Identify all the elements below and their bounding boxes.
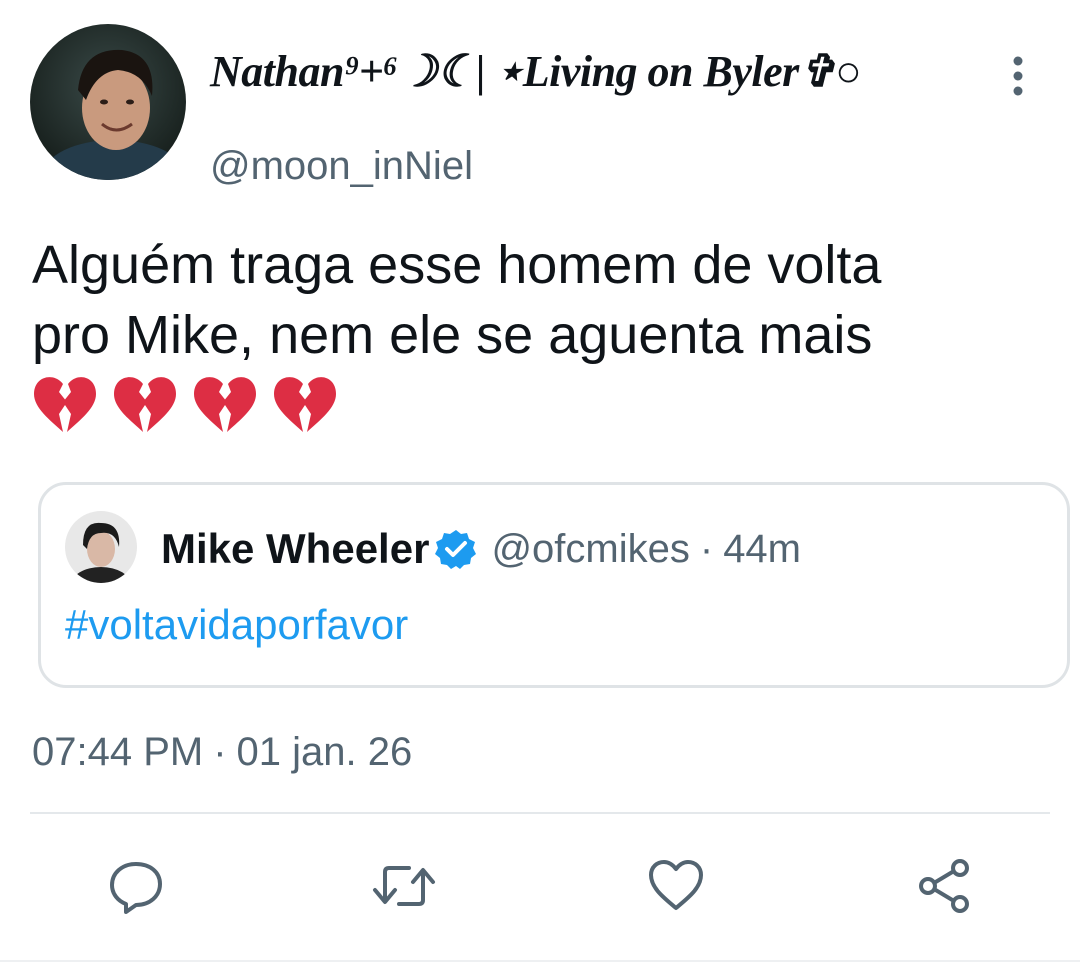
broken-heart-icon [192, 374, 258, 438]
tweet-text-line: pro Mike, nem ele se aguenta mais [32, 305, 873, 365]
broken-heart-icon [272, 374, 338, 438]
quoted-author-handle[interactable]: @ofcmikes [491, 527, 689, 572]
tweet-text-line: Alguém traga esse homem de volta [32, 235, 882, 295]
separator-dot: · [699, 526, 714, 571]
tweet-time: 07:44 PM [32, 730, 204, 774]
tweet-text: Alguém traga esse homem de volta pro Mik… [32, 230, 1042, 370]
quoted-author-name[interactable]: Mike Wheeler [161, 525, 429, 573]
like-button[interactable] [640, 850, 712, 922]
quoted-author-avatar[interactable] [65, 511, 137, 583]
retweet-icon [373, 866, 435, 906]
broken-heart-icon [32, 374, 98, 438]
action-bar [0, 850, 1080, 930]
share-button[interactable] [908, 850, 980, 922]
avatar-photo [30, 24, 186, 180]
retweet-button[interactable] [368, 850, 440, 922]
divider [0, 960, 1080, 962]
emoji-row [32, 374, 338, 438]
reply-icon [110, 862, 162, 914]
avatar-photo [65, 511, 137, 583]
more-options-icon[interactable] [998, 54, 1038, 98]
author-display-name[interactable]: Nathan⁹+⁶☽☾| ⋆Living on Byler✞○ [210, 40, 862, 104]
separator-dot: · [213, 730, 227, 774]
quoted-tweet-header: Mike Wheeler @ofcmikes · 44m [161, 519, 801, 579]
verified-badge-icon [435, 528, 477, 570]
quoted-tweet-card[interactable]: Mike Wheeler @ofcmikes · 44m #voltavidap… [38, 482, 1070, 688]
divider [30, 812, 1050, 814]
author-handle[interactable]: @moon_inNiel [210, 140, 473, 192]
author-avatar[interactable] [30, 24, 186, 180]
share-icon [919, 859, 969, 913]
quoted-tweet-time[interactable]: 44m [723, 527, 801, 572]
broken-heart-icon [112, 374, 178, 438]
reply-button[interactable] [100, 850, 172, 922]
like-icon [649, 860, 703, 910]
tweet-date: 01 jan. 26 [236, 730, 413, 774]
hashtag-link[interactable]: #voltavidaporfavor [65, 597, 408, 653]
tweet-timestamp[interactable]: 07:44 PM · 01 jan. 26 [32, 724, 412, 780]
